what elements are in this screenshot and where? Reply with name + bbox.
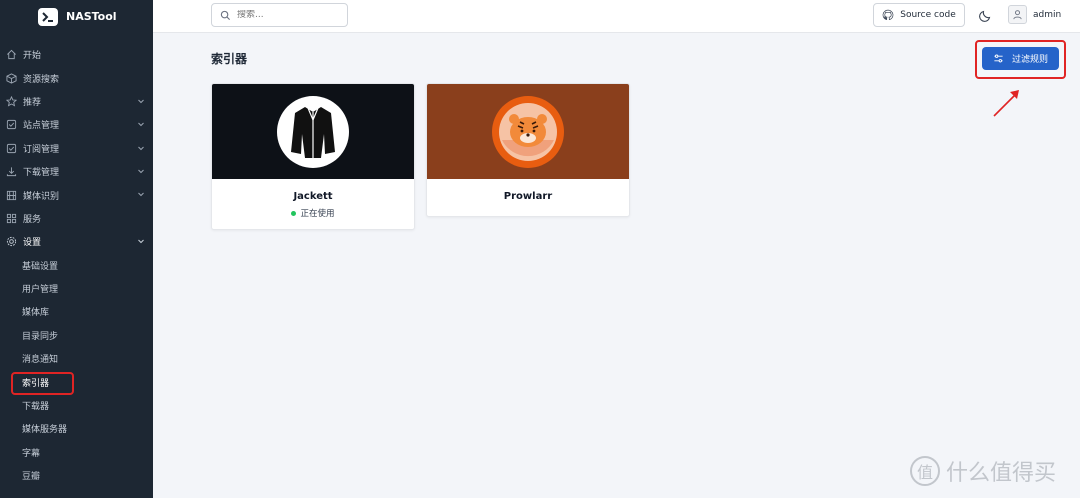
chevron-down-icon xyxy=(138,169,144,174)
status-dot xyxy=(291,210,297,216)
sidebar-subitem-subtitles[interactable]: 字幕 xyxy=(0,441,153,464)
avatar[interactable] xyxy=(1008,5,1027,24)
sidebar-nav: 开始 资源搜索 推荐 站点管理 订阅管理 下载管理 媒体识别 服务 设置 基础设… xyxy=(0,43,153,487)
chevron-down-icon xyxy=(138,99,144,103)
source-code-button[interactable]: Source code xyxy=(873,3,965,27)
sidebar-subitem-media-library[interactable]: 媒体库 xyxy=(0,300,153,323)
chevron-down-icon xyxy=(138,192,144,197)
chevron-down-icon xyxy=(138,239,144,244)
indexer-card-jackett[interactable]: Jackett 正在使用 xyxy=(211,83,415,230)
search-input[interactable] xyxy=(237,10,337,20)
sidebar-subitem-douban[interactable]: 豆瓣 xyxy=(0,464,153,487)
jacket-icon xyxy=(277,95,349,168)
sidebar-item-label: 站点管理 xyxy=(23,121,60,132)
download-icon xyxy=(6,166,17,177)
search-box[interactable] xyxy=(211,3,348,27)
annotation-arrow-icon xyxy=(993,90,1019,117)
indexer-highlight-box xyxy=(11,372,74,395)
card-title: Jackett xyxy=(293,191,333,202)
sidebar-item-label: 推荐 xyxy=(23,97,42,108)
chevron-down-icon xyxy=(138,146,144,150)
apps-icon xyxy=(6,213,17,224)
sidebar-subitem-media-server[interactable]: 媒体服务器 xyxy=(0,417,153,440)
watermark-logo: 值 xyxy=(910,456,940,486)
sidebar-item-label: 订阅管理 xyxy=(23,144,60,155)
sidebar-item-subscription[interactable]: 订阅管理 xyxy=(0,137,153,160)
github-icon xyxy=(882,9,894,21)
sidebar-subitem-basic-settings[interactable]: 基础设置 xyxy=(0,254,153,277)
sidebar-item-label: 服务 xyxy=(23,214,42,225)
home-icon xyxy=(6,49,17,60)
sidebar-item-media-recognition[interactable]: 媒体识别 xyxy=(0,183,153,206)
checkbox-icon xyxy=(6,143,17,154)
username[interactable]: admin xyxy=(1033,10,1061,20)
watermark: 值 什么值得买 xyxy=(910,455,1056,487)
cube-icon xyxy=(6,72,17,84)
gear-icon xyxy=(6,236,17,247)
filter-highlight-box xyxy=(975,40,1066,79)
tiger-icon xyxy=(492,95,564,168)
star-icon xyxy=(6,95,17,107)
top-header: Source code admin xyxy=(153,0,1080,33)
checkbox-icon xyxy=(6,119,17,130)
sidebar-item-label: 资源搜索 xyxy=(23,74,60,85)
page-title: 索引器 xyxy=(211,52,248,66)
status-text: 正在使用 xyxy=(300,209,335,219)
sidebar-subitem-directory-sync[interactable]: 目录同步 xyxy=(0,324,153,347)
moon-icon[interactable] xyxy=(979,8,993,22)
indexer-card-prowlarr[interactable]: Prowlarr xyxy=(426,83,630,217)
card-title: Prowlarr xyxy=(503,191,553,202)
sidebar-subitem-user-management[interactable]: 用户管理 xyxy=(0,277,153,300)
sidebar-item-resource-search[interactable]: 资源搜索 xyxy=(0,66,153,89)
brand[interactable]: NASTool xyxy=(0,0,153,33)
sidebar-item-label: 媒体识别 xyxy=(23,191,60,202)
sidebar-item-download[interactable]: 下载管理 xyxy=(0,160,153,183)
sidebar-item-services[interactable]: 服务 xyxy=(0,207,153,230)
jackett-logo xyxy=(212,84,414,179)
prowlarr-logo xyxy=(427,84,629,179)
watermark-text: 什么值得买 xyxy=(946,461,1057,486)
source-code-label: Source code xyxy=(900,10,956,20)
brand-name: NASTool xyxy=(66,10,117,23)
sidebar-item-start[interactable]: 开始 xyxy=(0,43,153,66)
search-icon xyxy=(220,10,231,20)
user-icon xyxy=(1013,10,1022,20)
sidebar-subitem-notifications[interactable]: 消息通知 xyxy=(0,347,153,370)
sidebar-item-label: 设置 xyxy=(23,238,42,249)
sidebar-item-site-management[interactable]: 站点管理 xyxy=(0,113,153,136)
terminal-logo-icon xyxy=(38,7,58,26)
film-icon xyxy=(6,190,17,201)
sidebar-item-recommend[interactable]: 推荐 xyxy=(0,90,153,113)
sidebar-item-label: 下载管理 xyxy=(23,168,60,179)
sidebar-item-label: 开始 xyxy=(23,51,42,62)
status-badge: 正在使用 xyxy=(212,207,414,219)
sidebar: NASTool 开始 资源搜索 推荐 站点管理 订阅管理 下载管理 媒体识别 服… xyxy=(0,0,153,498)
sidebar-item-settings[interactable]: 设置 xyxy=(0,230,153,253)
sidebar-subitem-downloader[interactable]: 下载器 xyxy=(0,394,153,417)
chevron-down-icon xyxy=(138,122,144,127)
